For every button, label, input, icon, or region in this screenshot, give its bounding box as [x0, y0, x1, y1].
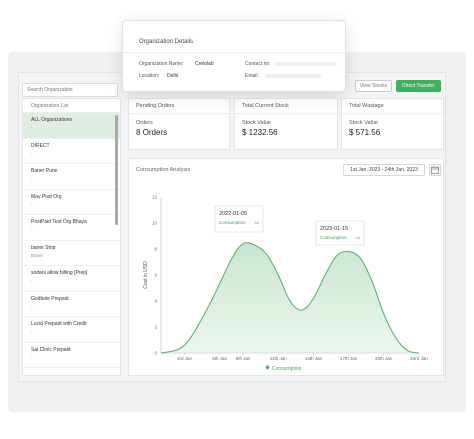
legend-label: Consumption: [272, 366, 302, 372]
sidebar: Organization List ALL Organizations-DIRE…: [22, 78, 122, 376]
org-item-sub: -: [31, 303, 33, 309]
y-axis-label: Cost in USD: [143, 261, 149, 289]
contact-label: Contact no:: [245, 61, 271, 67]
x-tick-label: 23rd Jan: [410, 356, 428, 361]
org-item-name: baner Stop: [31, 244, 56, 251]
org-list-item[interactable]: ALL Organizations -: [23, 113, 120, 139]
pending-orders-value: 8 Orders: [136, 128, 168, 137]
consumption-area: [161, 242, 419, 353]
tooltip-box: [214, 205, 264, 233]
org-list-item[interactable]: Godbole Prepaid -: [23, 292, 120, 317]
email-value-placeholder: [265, 74, 321, 78]
org-item-name: sodani allow billing [Prep]: [31, 270, 88, 276]
org-item-sub: -: [31, 150, 33, 156]
x-tick-label: 6th Jan: [212, 356, 227, 361]
consumption-chart-card: Consumption Analysis 1st Jan, 2023 - 24t…: [128, 158, 444, 376]
total-wastage-card: Total Wastage Stock Value $ 571.56: [341, 98, 444, 150]
direct-transfer-button[interactable]: Direct Transfer: [396, 80, 441, 92]
total-wastage-title: Total Wastage: [342, 99, 443, 114]
y-tick-label: 2: [154, 325, 157, 330]
org-list-item[interactable]: Lucid Prepaid with Credit -: [23, 317, 120, 343]
consumption-chart: 0 2 4 6 8 10 12 Cost in USD 3rd Jan 6th Jan 8th Ja…: [143, 195, 428, 372]
org-item-sub: -: [31, 176, 33, 181]
pending-orders-card: Pending Orders Orders 8 Orders: [128, 98, 230, 150]
org-item-sub: -: [31, 329, 33, 334]
tooltip-label: Consumption: [219, 220, 246, 225]
org-list-item[interactable]: Sai Clinic Prepaid -: [23, 343, 120, 368]
current-stock-value: $ 1232.56: [242, 128, 278, 137]
organization-details-title: Organization Details: [123, 21, 345, 53]
org-item-sub: -: [31, 278, 33, 283]
organization-list: Organization List ALL Organizations - DIRE…: [22, 98, 121, 376]
location-label: Location:: [139, 73, 160, 79]
org-item-name: May Post Org: [31, 193, 62, 200]
x-tick-label: 11th Jan: [270, 356, 287, 361]
org-name-value: Crelolab: [195, 61, 214, 67]
y-tick-label: 6: [154, 273, 157, 278]
x-tick-label: 17th Jan: [340, 356, 358, 361]
org-item-name: DIRECT: [31, 142, 50, 149]
org-list-item[interactable]: PostPaid Test Org Bhaya -: [23, 215, 120, 241]
legend-marker-dot: [266, 365, 269, 368]
x-tick-label: 20th Jan: [375, 356, 393, 361]
tooltip-date: 2023-01-15: [320, 226, 348, 232]
current-stock-label: Stock Value: [242, 120, 271, 126]
pending-orders-title: Pending Orders: [129, 99, 229, 114]
y-tick-label: 12: [152, 195, 158, 200]
email-label: Email:: [245, 73, 259, 79]
y-tick-label: 4: [154, 299, 157, 304]
org-item-name: ALL Organizations: [31, 117, 72, 123]
org-item-sub: Baner: [31, 252, 44, 258]
tooltip-box: [315, 220, 365, 246]
org-item-sub: -: [31, 125, 33, 130]
org-item-name: Baner Pune: [31, 168, 58, 174]
contact-value-placeholder: [275, 62, 337, 66]
org-item-sub: -: [31, 201, 33, 207]
organization-details-popup: Organization Details Organization Name: …: [122, 20, 346, 92]
total-wastage-label: Stock Value: [349, 120, 378, 126]
tooltip-label: Consumption: [320, 235, 347, 240]
y-tick-label: 10: [152, 221, 158, 226]
org-item-name: Godbole Prepaid: [31, 295, 69, 302]
org-item-sub: -: [31, 227, 33, 232]
y-tick-label: 0: [154, 351, 157, 356]
org-list-item[interactable]: sodani allow billing [Prep] -: [23, 266, 120, 292]
org-item-name: Lucid Prepaid with Credit: [31, 321, 87, 327]
org-item-sub: -: [31, 354, 33, 360]
x-tick-label: 8th Jan: [236, 356, 251, 361]
org-list-item[interactable]: Baner Pune -: [23, 164, 120, 190]
list-scrollbar[interactable]: [115, 115, 118, 225]
tooltip-date: 2022-01-05: [219, 211, 247, 217]
current-stock-title: Total Current Stock: [235, 99, 337, 114]
search-input[interactable]: [22, 83, 118, 97]
current-stock-card: Total Current Stock Stock Value $ 1232.5…: [234, 98, 338, 150]
org-list-item[interactable]: DIRECT -: [23, 139, 120, 164]
view-stocks-button[interactable]: View Stocks: [355, 80, 392, 92]
tooltip-value: 5b: [255, 220, 260, 225]
total-wastage-value: $ 571.56: [349, 128, 381, 137]
org-list-item[interactable]: baner Stop Baner: [23, 241, 120, 266]
org-item-name: PostPaid Test Org Bhaya: [31, 219, 87, 225]
y-tick-label: 8: [154, 247, 157, 252]
x-tick-label: 14th Jan: [305, 356, 323, 361]
org-list-item[interactable]: May Post Org -: [23, 190, 120, 215]
pending-orders-label: Orders: [136, 120, 153, 126]
x-tick-label: 3rd Jan: [177, 356, 193, 361]
organization-list-title: Organization List: [23, 99, 120, 113]
location-value: Delhi: [167, 73, 179, 79]
org-name-label: Organization Name:: [139, 61, 184, 67]
org-item-name: Sai Clinic Prepaid: [31, 346, 71, 353]
